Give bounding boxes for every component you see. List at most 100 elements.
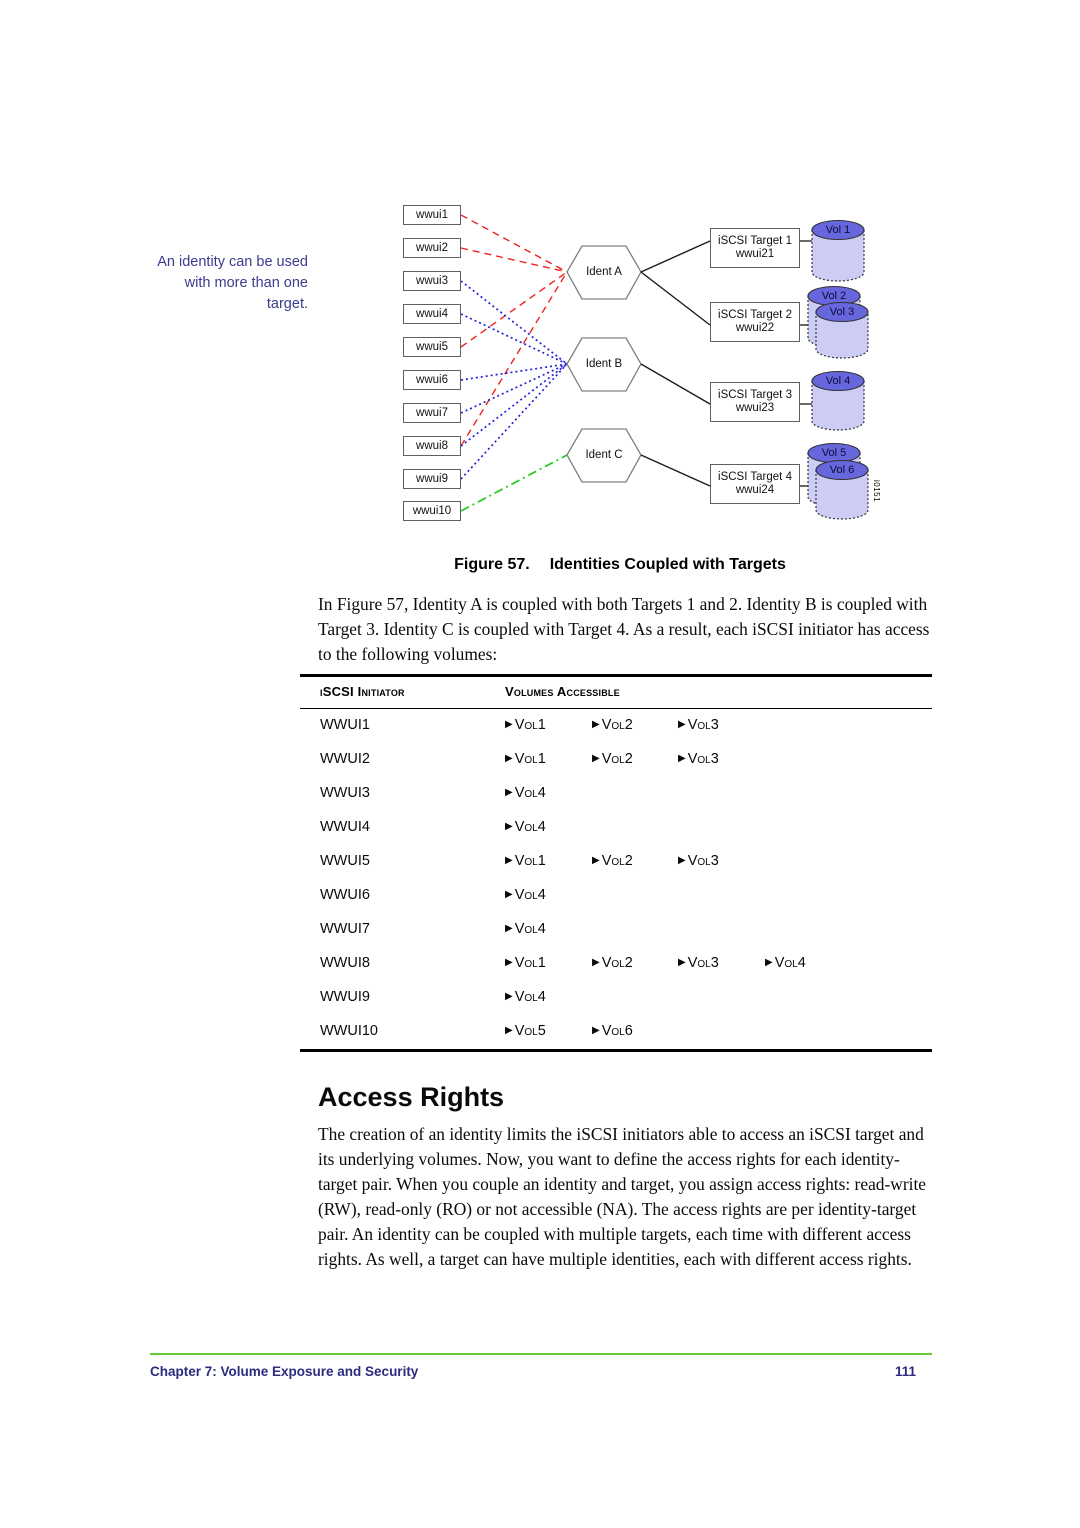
target-box-4[interactable]: iSCSI Target 4 wwui24: [710, 464, 800, 504]
identity-target-links-group: [640, 240, 711, 487]
initiator-box-wwui3[interactable]: wwui3: [403, 271, 461, 291]
table-row: WWUI7 ▶ Vol4: [300, 913, 932, 947]
intro-paragraph: In Figure 57, Identity A is coupled with…: [318, 594, 930, 664]
volume-cylinder-4: [811, 370, 865, 431]
footer-chapter: Chapter 7: Volume Exposure and Security: [150, 1364, 419, 1379]
table-cell-initiator: WWUI3: [320, 785, 370, 802]
bullet-triangle-icon: ▶: [678, 957, 686, 969]
table-cell-volume: ▶ Vol4: [505, 785, 546, 801]
table-cell-volume: ▶ Vol3: [678, 751, 719, 767]
figure-caption-text: Identities Coupled with Targets: [549, 556, 786, 573]
table-cell-volume: ▶ Vol1: [505, 853, 546, 869]
initiator-box-wwui10[interactable]: wwui10: [403, 501, 461, 521]
table-row: WWUI5 ▶ Vol1 ▶ Vol2 ▶ Vol3: [300, 845, 932, 879]
footer-page-number: 111: [895, 1364, 917, 1379]
table-cell-initiator: WWUI8: [320, 955, 370, 972]
table-row: WWUI3 ▶ Vol4: [300, 777, 932, 811]
table-cell-initiator: WWUI1: [320, 717, 370, 734]
table-cell-initiator: WWUI4: [320, 819, 370, 836]
table-cell-volume: ▶ Vol6: [592, 1023, 633, 1039]
initiator-box-wwui8[interactable]: wwui8: [403, 436, 461, 456]
volume-name: Vol4: [514, 819, 546, 836]
table-cell-volume: ▶ Vol4: [505, 989, 546, 1005]
table-header-volumes: Volumes Accessible: [505, 684, 620, 699]
bullet-triangle-icon: ▶: [765, 957, 773, 969]
table-row: WWUI2 ▶ Vol1 ▶ Vol2 ▶ Vol3: [300, 743, 932, 777]
table-cell-volume: ▶ Vol4: [765, 955, 806, 971]
table-header-row: iSCSI Initiator Volumes Accessible: [300, 677, 932, 708]
initiator-box-wwui4[interactable]: wwui4: [403, 304, 461, 324]
volume-name: Vol4: [514, 921, 546, 938]
table-header-initiator: iSCSI Initiator: [320, 684, 405, 699]
table-cell-initiator: WWUI7: [320, 921, 370, 938]
target-box-2[interactable]: iSCSI Target 2 wwui22: [710, 302, 800, 342]
volume-name: Vol2: [601, 853, 633, 870]
target-1-wwui: wwui21: [735, 248, 775, 260]
volume-name: Vol4: [514, 989, 546, 1006]
identity-label-c[interactable]: Ident C: [567, 449, 641, 461]
initiator-box-wwui6[interactable]: wwui6: [403, 370, 461, 390]
artwork-id-label: i0151: [872, 480, 881, 503]
bullet-triangle-icon: ▶: [505, 1025, 513, 1037]
bullet-triangle-icon: ▶: [592, 1025, 600, 1037]
initiator-box-wwui5[interactable]: wwui5: [403, 337, 461, 357]
volume-name: Vol1: [514, 853, 546, 870]
bullet-triangle-icon: ▶: [678, 855, 686, 867]
volume-name: Vol3: [687, 751, 719, 768]
initiator-box-wwui9[interactable]: wwui9: [403, 469, 461, 489]
target-1-name: iSCSI Target 1: [718, 235, 792, 247]
identity-label-b[interactable]: Ident B: [567, 358, 641, 370]
table-cell-volume: ▶ Vol2: [592, 955, 633, 971]
figure-identities-coupled-with-targets: wwui1 wwui2 wwui3 wwui4 wwui5 wwui6 wwui…: [0, 0, 1080, 545]
bullet-triangle-icon: ▶: [592, 719, 600, 731]
bullet-triangle-icon: ▶: [678, 753, 686, 765]
bullet-triangle-icon: ▶: [505, 855, 513, 867]
volume-name: Vol4: [774, 955, 806, 972]
target-box-1[interactable]: iSCSI Target 1 wwui21: [710, 228, 800, 268]
volume-name: Vol3: [687, 955, 719, 972]
ident-a-links-group: [460, 214, 568, 447]
volume-name: Vol2: [601, 751, 633, 768]
volume-name: Vol1: [514, 955, 546, 972]
table-body: WWUI1 ▶ Vol1 ▶ Vol2 ▶ Vol3 WWUI2 ▶ Vol1 ▶ Vol2 ▶ Vol3…: [300, 709, 932, 1049]
initiator-box-wwui7[interactable]: wwui7: [403, 403, 461, 423]
table-cell-volume: ▶ Vol2: [592, 853, 633, 869]
volume-name: Vol1: [514, 717, 546, 734]
access-rights-paragraph: The creation of an identity limits the i…: [318, 1124, 927, 1269]
volume-cylinder-3: [815, 301, 869, 359]
volume-name: Vol4: [514, 785, 546, 802]
target-2-wwui: wwui22: [735, 322, 775, 334]
table-cell-volume: ▶ Vol3: [678, 853, 719, 869]
table-cell-volume: ▶ Vol4: [505, 819, 546, 835]
identity-label-a[interactable]: Ident A: [567, 266, 641, 278]
volume-cylinder-6: [815, 459, 869, 520]
table-row: WWUI4 ▶ Vol4: [300, 811, 932, 845]
bullet-triangle-icon: ▶: [505, 923, 513, 935]
target-box-3[interactable]: iSCSI Target 3 wwui23: [710, 382, 800, 422]
table-cell-volume: ▶ Vol4: [505, 921, 546, 937]
footer-rule: [150, 1353, 932, 1355]
table-cell-volume: ▶ Vol2: [592, 717, 633, 733]
volume-name: Vol2: [601, 717, 633, 734]
table-cell-volume: ▶ Vol1: [505, 955, 546, 971]
target-3-wwui: wwui23: [735, 402, 775, 414]
ident-b-links-group: [460, 280, 568, 480]
volume-cylinders-group: [807, 219, 869, 520]
target-4-name: iSCSI Target 4: [718, 471, 792, 483]
figure-connectors: [460, 214, 869, 520]
table-cell-volume: ▶ Vol5: [505, 1023, 546, 1039]
table-row: WWUI10 ▶ Vol5 ▶ Vol6: [300, 1015, 932, 1049]
volume-name: Vol3: [687, 717, 719, 734]
table-row: WWUI1 ▶ Vol1 ▶ Vol2 ▶ Vol3: [300, 709, 932, 743]
figure-caption: Figure 57. Identities Coupled with Target…: [300, 556, 940, 574]
bullet-triangle-icon: ▶: [505, 957, 513, 969]
bullet-triangle-icon: ▶: [505, 719, 513, 731]
volume-name: Vol2: [601, 955, 633, 972]
table-cell-volume: ▶ Vol3: [678, 955, 719, 971]
initiator-box-wwui1[interactable]: wwui1: [403, 205, 461, 225]
target-4-wwui: wwui24: [735, 484, 775, 496]
volume-name: Vol5: [514, 1023, 546, 1040]
initiator-box-wwui2[interactable]: wwui2: [403, 238, 461, 258]
table-cell-initiator: WWUI9: [320, 989, 370, 1006]
table-cell-initiator: WWUI10: [320, 1023, 378, 1040]
